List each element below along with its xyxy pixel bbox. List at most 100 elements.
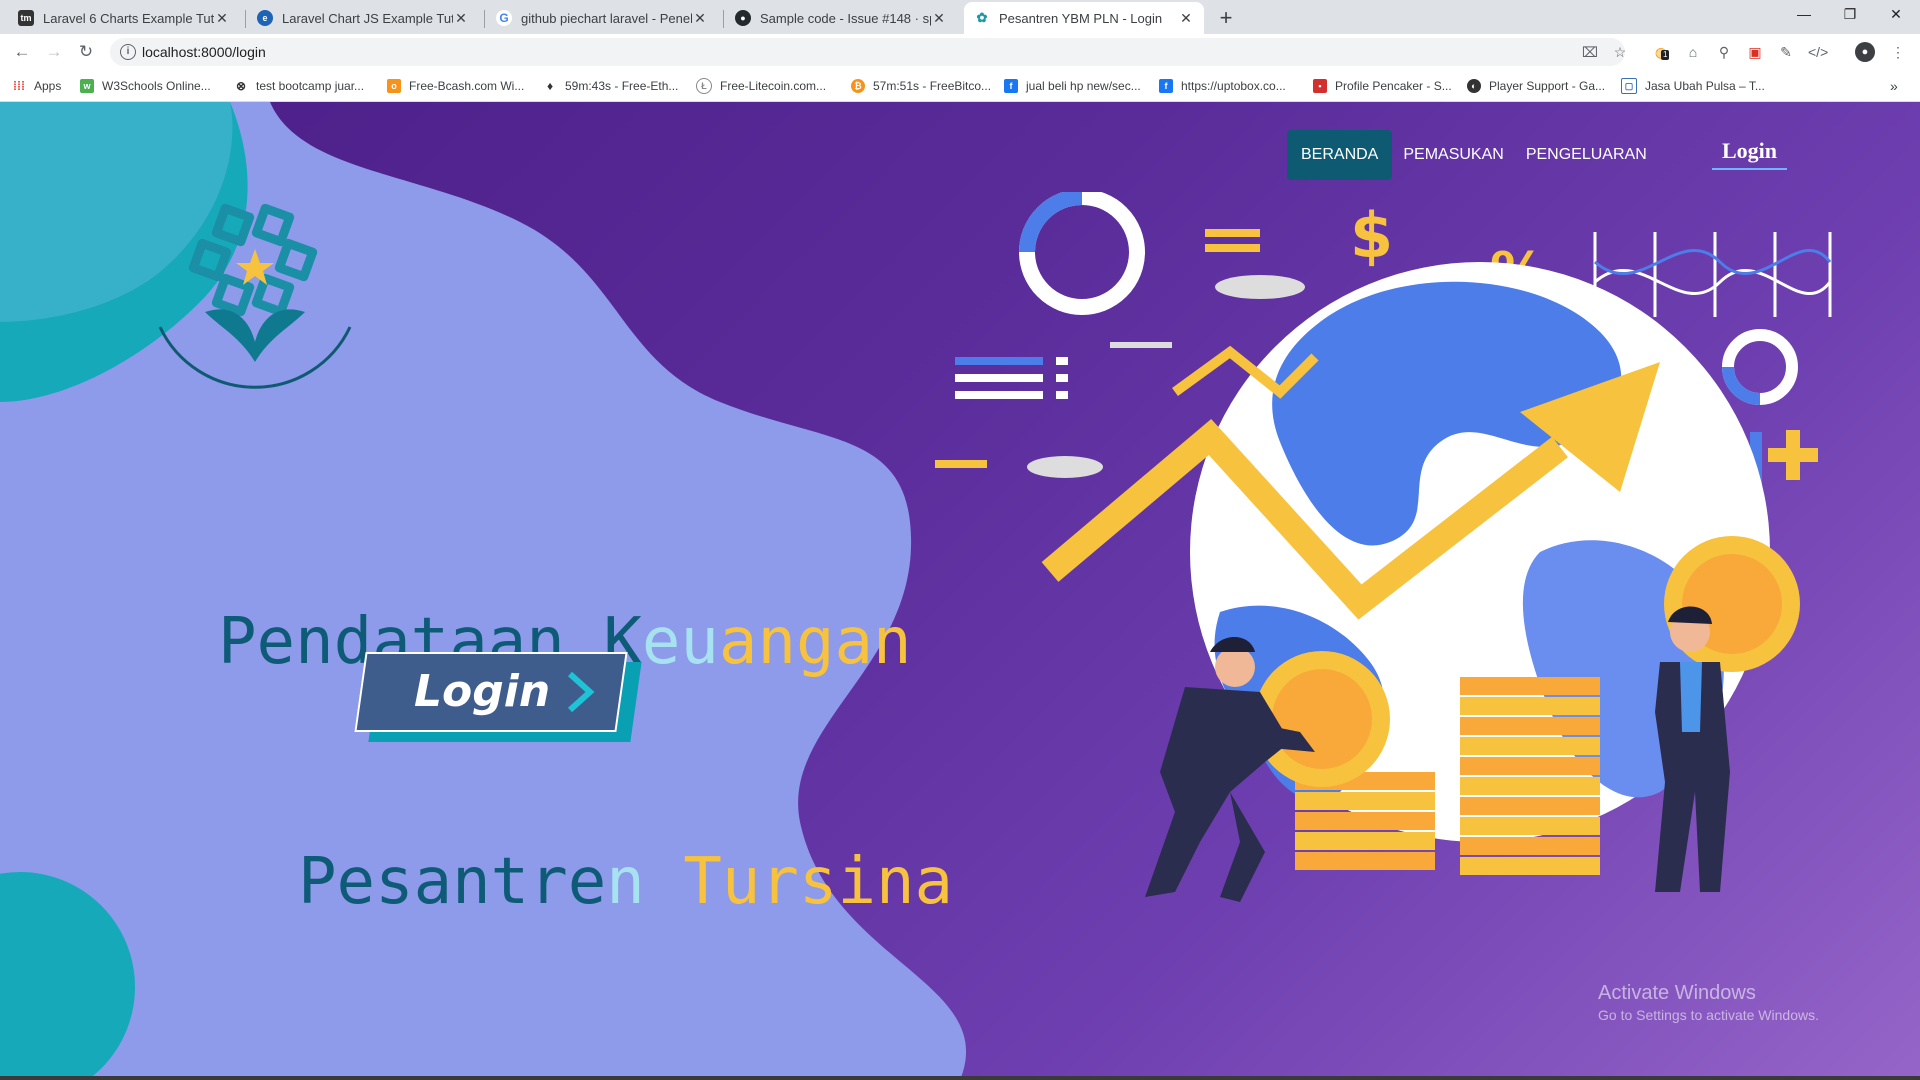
minus-icon [935, 460, 987, 468]
title-line-2: Pesantren Tursina [298, 845, 954, 919]
home-icon[interactable]: ⌂ [1683, 42, 1703, 62]
cloud-icon [1027, 456, 1103, 478]
ybm-icon: ✿ [974, 10, 990, 26]
equals-icon [1205, 229, 1260, 237]
new-tab-button[interactable]: + [1212, 5, 1240, 33]
extension-badge: 1 [1661, 50, 1670, 60]
bookmark-player-support[interactable]: ◐ Player Support - Ga... [1467, 76, 1605, 96]
litecoin-icon: Ł [696, 78, 712, 94]
reload-icon[interactable]: ↻ [74, 40, 98, 64]
chevron-right-icon [567, 672, 595, 712]
page-title: Pendataan Keuangan Pesantren Tursina [218, 442, 953, 1080]
ring-segment [1722, 366, 1761, 405]
nav-beranda[interactable]: BERANDA [1287, 130, 1393, 180]
nav-pengeluaran[interactable]: PENGELUARAN [1515, 130, 1658, 180]
finance-illustration: $ % [935, 192, 1832, 902]
bookmark-freebitco[interactable]: ₿ 57m:51s - FreeBitco... [851, 76, 991, 96]
tab-title: Pesantren YBM PLN - Login [999, 10, 1163, 26]
address-bar[interactable]: i localhost:8000/login [110, 38, 1625, 66]
windows-activation-watermark: Activate Windows Go to Settings to activ… [1598, 982, 1819, 1023]
translate-icon[interactable]: ⌧ [1580, 42, 1600, 62]
browser-chrome: tm Laravel 6 Charts Example Tutorial ✕ e… [0, 0, 1920, 102]
bookmark-jual-beli[interactable]: f jual beli hp new/sec... [1004, 76, 1141, 96]
bookmark-profile-pencaker[interactable]: ▪ Profile Pencaker - S... [1313, 76, 1452, 96]
github-icon: ● [735, 10, 751, 26]
bookmark-w3schools[interactable]: w W3Schools Online... [80, 76, 211, 96]
tab-pesantren-login[interactable]: ✿ Pesantren YBM PLN - Login ✕ [964, 2, 1204, 34]
list-dot [1056, 357, 1068, 365]
back-icon[interactable]: ← [10, 40, 34, 64]
pulsa-icon: ▢ [1621, 78, 1637, 94]
browser-toolbar: ← → ↻ i localhost:8000/login ⌧ ☆ ◍1 ⌂ ⚲ … [0, 34, 1920, 70]
tab-laravel-charts[interactable]: tm Laravel 6 Charts Example Tutorial ✕ [8, 2, 240, 34]
top-nav: BERANDA PEMASUKAN PENGELUARAN [1287, 130, 1658, 180]
nav-login-link[interactable]: Login [1712, 138, 1788, 170]
close-icon[interactable]: ✕ [692, 10, 708, 27]
code-icon[interactable]: </> [1808, 42, 1828, 62]
tab-title: github piechart laravel - Penelusuran [521, 10, 692, 26]
list-line [955, 374, 1043, 382]
dollar-icon: $ [1350, 199, 1393, 272]
menu-icon[interactable]: ⋮ [1888, 42, 1908, 62]
bookmark-free-bcash[interactable]: o Free-Bcash.com Wi... [387, 76, 524, 96]
login-page: BERANDA PEMASUKAN PENGELUARAN Login Pend… [0, 102, 1920, 1080]
list-dot [1056, 391, 1068, 399]
tab-chart-js[interactable]: e Laravel Chart JS Example Tutorial ✕ [247, 2, 479, 34]
w3schools-icon: w [80, 79, 94, 93]
info-icon[interactable]: i [120, 44, 136, 60]
tab-google-search[interactable]: G github piechart laravel - Penelusuran … [486, 2, 718, 34]
nav-pemasukan[interactable]: PEMASUKAN [1392, 130, 1514, 180]
url-text[interactable]: localhost:8000/login [142, 38, 266, 66]
facebook-icon: f [1159, 79, 1173, 93]
restore-icon[interactable]: ❐ [1827, 0, 1873, 30]
list-dot [1056, 374, 1068, 382]
bookmark-free-litecoin[interactable]: Ł Free-Litecoin.com... [696, 76, 826, 96]
plus-bar [1768, 448, 1818, 462]
more-bookmarks-icon[interactable]: » [1890, 76, 1898, 96]
close-icon[interactable]: ✕ [214, 10, 230, 27]
star-icon[interactable]: ☆ [1610, 42, 1630, 62]
close-icon[interactable]: ✕ [1178, 10, 1194, 27]
forward-icon[interactable]: → [42, 40, 66, 64]
tab-github-issue[interactable]: ● Sample code - Issue #148 · spatie ✕ [725, 2, 957, 34]
tab-title: Laravel 6 Charts Example Tutorial [43, 10, 214, 26]
minimize-icon[interactable]: — [1781, 0, 1827, 30]
login-button-label: Login [414, 666, 551, 717]
tab-title: Sample code - Issue #148 · spatie [760, 10, 931, 26]
watermark-title: Activate Windows [1598, 982, 1756, 1004]
donut-segment [1019, 192, 1083, 253]
list-line [955, 391, 1043, 399]
eyedropper-icon[interactable]: ✎ [1776, 42, 1796, 62]
dash-line [1110, 342, 1172, 348]
tm-icon: tm [18, 10, 34, 26]
bookmark-free-eth[interactable]: ♦ 59m:43s - Free-Eth... [543, 76, 678, 96]
close-icon[interactable]: ✕ [453, 10, 469, 27]
tab-strip: tm Laravel 6 Charts Example Tutorial ✕ e… [0, 0, 1920, 34]
bookmark-uptobox[interactable]: f https://uptobox.co... [1159, 76, 1286, 96]
cloud-icon [1215, 275, 1305, 299]
bookmark-jasa-ubah-pulsa[interactable]: ▢ Jasa Ubah Pulsa – T... [1621, 76, 1765, 96]
extension-icon[interactable]: ◍1 [1651, 42, 1671, 62]
itsolution-icon: e [257, 10, 273, 26]
ethereum-icon: ♦ [546, 79, 554, 93]
tab-title: Laravel Chart JS Example Tutorial [282, 10, 453, 26]
bcash-icon: o [387, 79, 401, 93]
list-lines-icon [955, 357, 1043, 365]
bookmark-bootcamp[interactable]: ⊗ test bootcamp juar... [234, 76, 364, 96]
record-icon[interactable]: ▣ [1745, 42, 1765, 62]
search-icon[interactable]: ⚲ [1714, 42, 1734, 62]
close-icon[interactable]: ✕ [931, 10, 947, 27]
pencaker-icon: ▪ [1313, 79, 1327, 93]
support-icon: ◐ [1467, 79, 1481, 93]
bitcoin-icon: ₿ [851, 79, 865, 93]
bookmark-apps[interactable]: ⁞⁞⁞ Apps [12, 76, 61, 96]
profile-avatar[interactable]: ● [1855, 42, 1875, 62]
login-button[interactable]: Login [354, 652, 642, 742]
coin-inner [1272, 669, 1372, 769]
equals-icon-bar [1205, 244, 1260, 252]
watermark-subtitle: Go to Settings to activate Windows. [1598, 1007, 1819, 1023]
apps-grid-icon: ⁞⁞⁞ [13, 79, 25, 93]
google-icon: G [496, 10, 512, 26]
facebook-icon: f [1004, 79, 1018, 93]
close-window-icon[interactable]: ✕ [1873, 0, 1919, 30]
